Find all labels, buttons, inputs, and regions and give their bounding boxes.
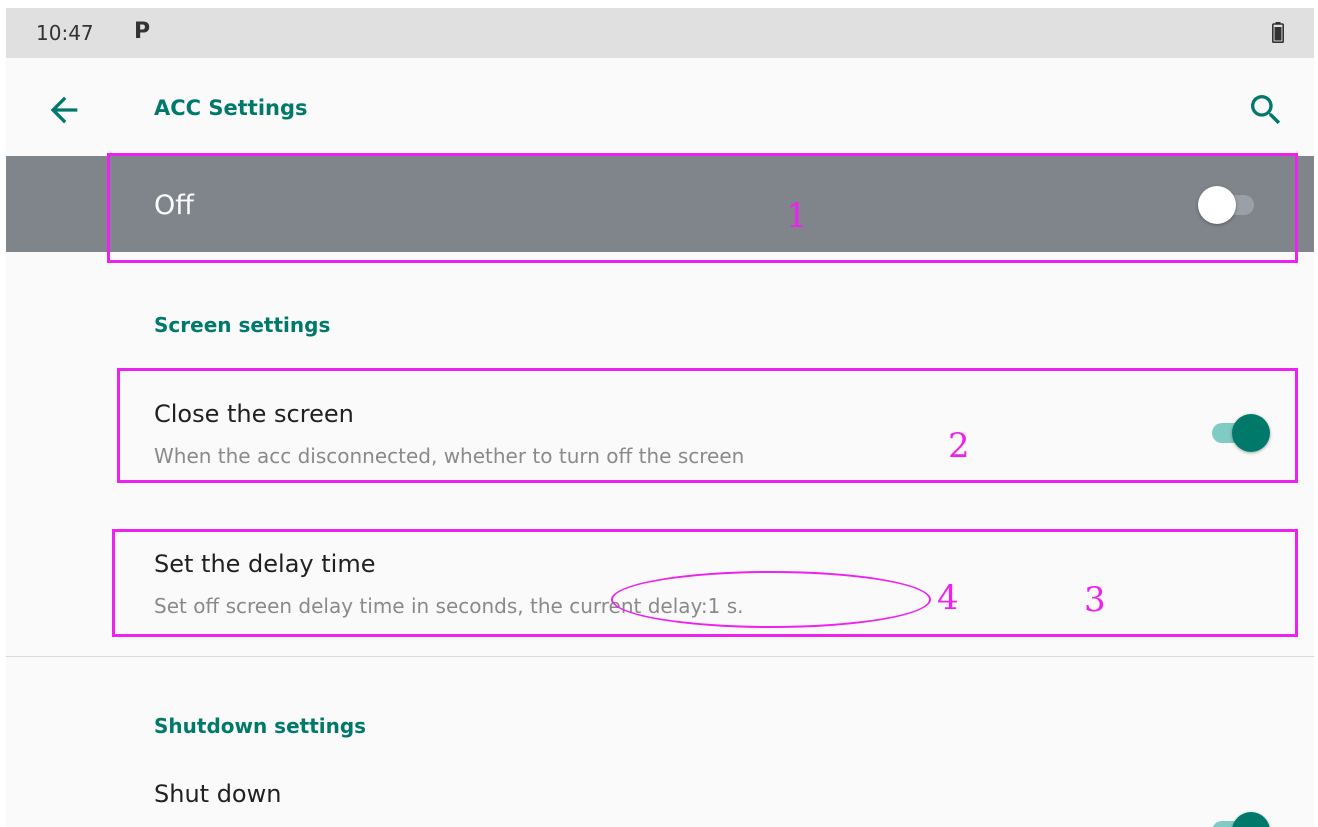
page-title: ACC Settings [154,96,308,120]
arrow-back-icon[interactable] [44,90,84,130]
shutdown-settings-header: Shutdown settings [154,714,367,738]
status-time: 10:47 [36,21,94,45]
toggle-knob [1232,812,1270,827]
annotation-number-2: 2 [948,426,970,466]
section-divider [6,656,1314,657]
annotation-ellipse-4 [611,571,931,628]
search-icon[interactable] [1246,90,1286,130]
shut-down-toggle[interactable] [1212,812,1272,827]
annotation-box-1 [107,153,1298,263]
status-bar: 10:47 P [6,8,1314,58]
battery-icon [1272,22,1284,43]
notification-p-icon: P [134,19,151,44]
annotation-number-3: 3 [1084,580,1106,620]
shut-down-title: Shut down [154,780,282,808]
annotation-box-2 [117,368,1298,483]
annotation-number-4: 4 [937,578,959,618]
screen-settings-header: Screen settings [154,313,331,337]
annotation-number-1: 1 [786,196,808,236]
shut-down-preference[interactable]: Shut down [6,768,1314,827]
